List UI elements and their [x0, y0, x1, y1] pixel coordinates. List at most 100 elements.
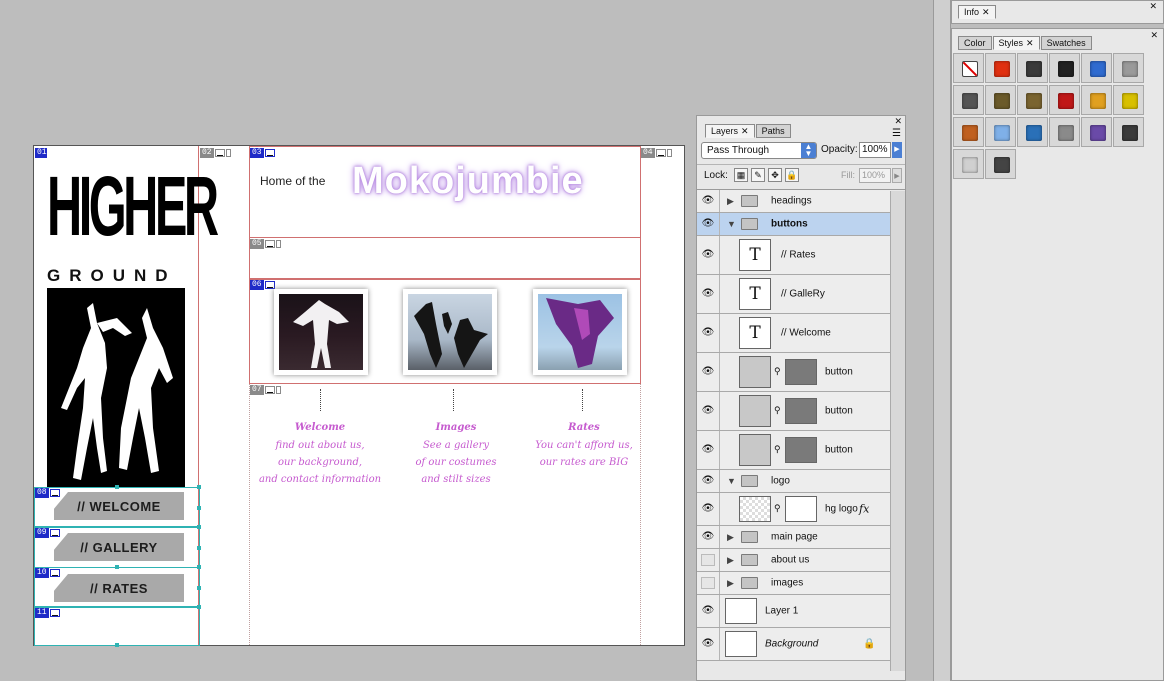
- visibility-eye-icon[interactable]: [701, 577, 715, 589]
- collapse-triangle-icon[interactable]: ▼: [727, 219, 736, 229]
- layer-row[interactable]: 👁 ▶ headings: [697, 190, 891, 213]
- selection-handle[interactable]: [197, 506, 201, 510]
- style-swatch[interactable]: [953, 53, 984, 83]
- welcome-button[interactable]: // WELCOME: [54, 492, 184, 520]
- expand-triangle-icon[interactable]: ▶: [727, 532, 734, 542]
- layer-row[interactable]: 👁 T // GalleRy: [697, 275, 891, 314]
- style-swatch[interactable]: [953, 85, 984, 115]
- slice-tag-04[interactable]: 04: [641, 148, 672, 158]
- opacity-arrow-icon[interactable]: ▶: [892, 142, 902, 158]
- style-swatch[interactable]: [1113, 117, 1144, 147]
- layer-name[interactable]: Layer 1: [765, 606, 798, 617]
- visibility-eye-icon[interactable]: 👁: [701, 249, 715, 261]
- tab-swatches[interactable]: Swatches: [1040, 36, 1092, 50]
- visibility-eye-icon[interactable]: [701, 554, 715, 566]
- fill-input[interactable]: 100%: [859, 168, 891, 183]
- style-swatch[interactable]: [1017, 117, 1048, 147]
- fill-arrow-icon[interactable]: ▶: [892, 168, 902, 183]
- expand-triangle-icon[interactable]: ▶: [727, 578, 734, 588]
- photo-rates[interactable]: [533, 289, 627, 375]
- tab-info[interactable]: Info ✕: [958, 5, 996, 19]
- layer-row[interactable]: 👁 ⚲ button: [697, 353, 891, 392]
- layer-row[interactable]: ▶ images: [697, 572, 891, 595]
- layer-name[interactable]: // Rates: [781, 250, 815, 261]
- panel-dock-divider[interactable]: [933, 0, 951, 681]
- selection-handle[interactable]: [197, 485, 201, 489]
- slice-tag-05[interactable]: 05: [250, 239, 281, 249]
- layer-name[interactable]: buttons: [771, 219, 808, 230]
- vector-mask-thumbnail[interactable]: [785, 398, 817, 424]
- selection-handle[interactable]: [197, 525, 201, 529]
- gallery-button[interactable]: // GALLERY: [54, 533, 184, 561]
- link-icon[interactable]: ⚲: [774, 366, 781, 377]
- layer-row[interactable]: 👁 ⚲ hg logo fx: [697, 493, 891, 526]
- slice-tag-06[interactable]: 06: [250, 280, 275, 290]
- visibility-eye-icon[interactable]: 👁: [701, 531, 715, 543]
- vector-mask-thumbnail[interactable]: [785, 437, 817, 463]
- panel-menu-icon[interactable]: ✕: [1150, 30, 1158, 41]
- layer-row[interactable]: ▶ about us: [697, 549, 891, 572]
- opacity-input[interactable]: 100%: [859, 142, 891, 158]
- style-swatch[interactable]: [953, 117, 984, 147]
- layer-name[interactable]: hg logo: [825, 504, 858, 515]
- slice-05[interactable]: [249, 238, 641, 279]
- lock-pixels-icon[interactable]: ✎: [751, 168, 765, 182]
- layer-mask-thumbnail[interactable]: [785, 496, 817, 522]
- layer-name[interactable]: main page: [771, 532, 818, 543]
- selection-handle[interactable]: [197, 586, 201, 590]
- visibility-eye-icon[interactable]: 👁: [701, 366, 715, 378]
- layer-row[interactable]: 👁 T // Rates: [697, 236, 891, 275]
- style-swatch[interactable]: [985, 117, 1016, 147]
- style-swatch[interactable]: [1081, 53, 1112, 83]
- layers-scrollbar[interactable]: [890, 191, 905, 671]
- lock-transparent-icon[interactable]: ▦: [734, 168, 748, 182]
- layer-effects-icon[interactable]: fx: [859, 503, 869, 516]
- panel-menu-icon[interactable]: ✕: [1149, 1, 1157, 12]
- blend-mode-select[interactable]: Pass Through ▲ ▼: [701, 142, 817, 159]
- slice-tag-02[interactable]: 02: [200, 148, 231, 158]
- visibility-eye-icon[interactable]: 👁: [701, 195, 715, 207]
- slice-tag-07[interactable]: 07: [250, 385, 281, 395]
- visibility-eye-icon[interactable]: 👁: [701, 638, 715, 650]
- selection-handle[interactable]: [115, 485, 119, 489]
- tab-layers[interactable]: Layers ✕: [705, 124, 755, 138]
- layer-row[interactable]: 👁 Background 🔒: [697, 628, 891, 661]
- layer-row[interactable]: 👁 T // Welcome: [697, 314, 891, 353]
- close-icon[interactable]: ✕: [1026, 38, 1034, 48]
- visibility-eye-icon[interactable]: 👁: [701, 288, 715, 300]
- tab-paths[interactable]: Paths: [755, 124, 791, 138]
- style-swatch[interactable]: [1049, 85, 1080, 115]
- collapse-triangle-icon[interactable]: ▼: [727, 476, 736, 486]
- layer-row[interactable]: 👁 ⚲ button: [697, 431, 891, 470]
- layer-name[interactable]: about us: [771, 555, 809, 566]
- selection-handle[interactable]: [115, 565, 119, 569]
- panel-menu-icon[interactable]: ☰: [892, 128, 901, 139]
- visibility-eye-icon[interactable]: 👁: [701, 475, 715, 487]
- selection-handle[interactable]: [115, 643, 119, 647]
- document-canvas[interactable]: 01 02 03 04 05 06 07 HIGHER GROUND 08 //…: [33, 145, 685, 647]
- photo-welcome[interactable]: [274, 289, 368, 375]
- lock-all-icon[interactable]: 🔒: [785, 168, 799, 182]
- layer-name[interactable]: button: [825, 445, 853, 456]
- visibility-eye-icon[interactable]: 👁: [701, 503, 715, 515]
- style-swatch[interactable]: [1017, 85, 1048, 115]
- link-icon[interactable]: ⚲: [774, 503, 781, 514]
- layer-row[interactable]: 👁 Layer 1: [697, 595, 891, 628]
- expand-triangle-icon[interactable]: ▶: [727, 555, 734, 565]
- style-swatch[interactable]: [1113, 85, 1144, 115]
- lock-position-icon[interactable]: ✥: [768, 168, 782, 182]
- style-swatch[interactable]: [1049, 53, 1080, 83]
- layer-name[interactable]: images: [771, 578, 803, 589]
- layer-row[interactable]: 👁 ▶ main page: [697, 526, 891, 549]
- visibility-eye-icon[interactable]: 👁: [701, 218, 715, 230]
- style-swatch[interactable]: [1113, 53, 1144, 83]
- tab-styles[interactable]: Styles ✕: [992, 36, 1040, 50]
- visibility-eye-icon[interactable]: 👁: [701, 405, 715, 417]
- link-icon[interactable]: ⚲: [774, 405, 781, 416]
- visibility-eye-icon[interactable]: 👁: [701, 605, 715, 617]
- panel-close-icon[interactable]: ✕: [894, 116, 902, 127]
- slice-11-selection[interactable]: [34, 607, 200, 646]
- style-swatch[interactable]: [1081, 85, 1112, 115]
- slice-tag-03[interactable]: 03: [250, 148, 275, 158]
- rates-button[interactable]: // RATES: [54, 574, 184, 602]
